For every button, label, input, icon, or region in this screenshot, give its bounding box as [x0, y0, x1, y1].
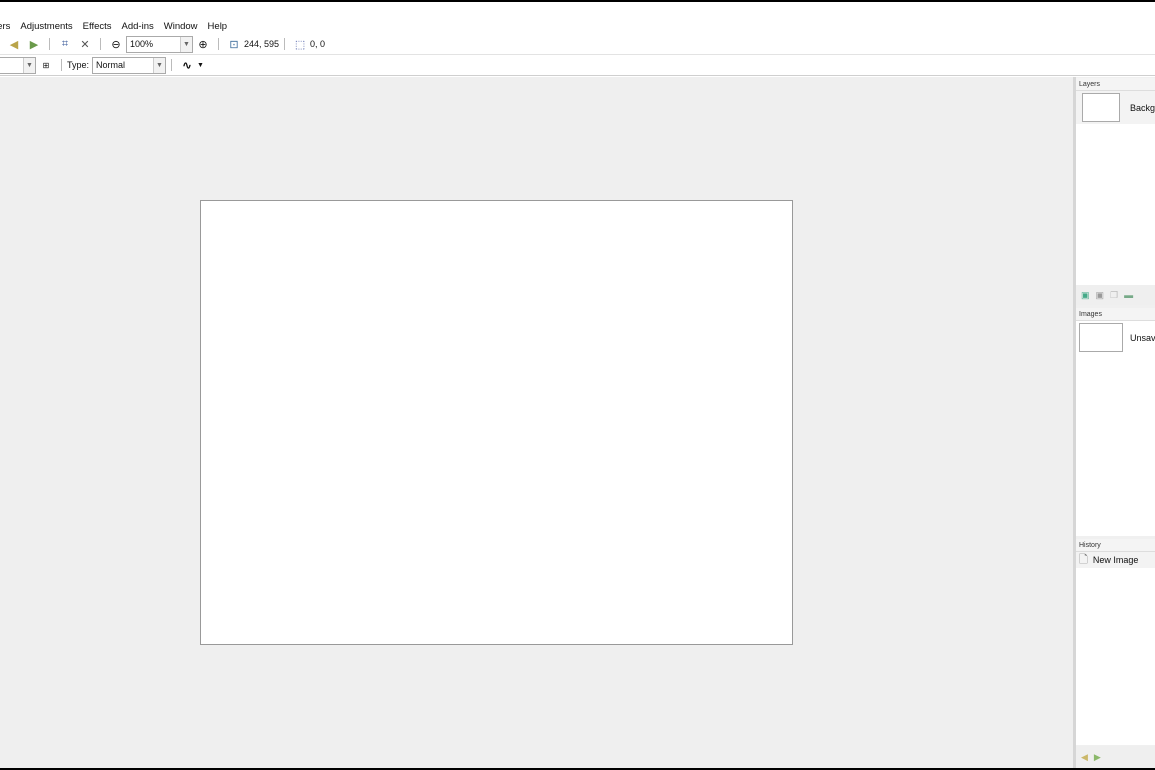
- antialiasing-icon[interactable]: ∿: [179, 57, 195, 73]
- layer-thumbnail: [1082, 93, 1120, 122]
- divider: [61, 59, 62, 71]
- side-panel: Layers Backg ▣ ▣ ❐ ▬ Images Unsav Histor…: [1073, 77, 1155, 768]
- divider: [284, 38, 286, 50]
- layer-item[interactable]: Backg: [1076, 91, 1155, 124]
- redo-icon[interactable]: ▶: [26, 36, 42, 52]
- history-buttons: ◀ ▶: [1076, 746, 1155, 768]
- divider: [100, 38, 101, 50]
- add-layer-icon[interactable]: ▣: [1081, 290, 1090, 301]
- history-item-label: New Image: [1092, 555, 1139, 565]
- window-top-border: [0, 0, 1155, 2]
- chevron-down-icon[interactable]: ▼: [23, 57, 35, 73]
- type-combo[interactable]: Normal ▼: [92, 56, 167, 74]
- zoom-combo[interactable]: 100% ▼: [126, 35, 193, 53]
- tool-options-toolbar: ▼ ⊞ Type: Normal ▼ ∿ ▼: [0, 55, 1155, 76]
- divider: [171, 59, 173, 71]
- menu-bar: rers Adjustments Effects Add-ins Window …: [0, 19, 1155, 34]
- history-item[interactable]: 🗋 New Image: [1076, 552, 1155, 568]
- images-list: Unsav: [1076, 321, 1155, 536]
- cursor-position: 244, 595: [244, 39, 280, 49]
- image-name: Unsav: [1130, 333, 1155, 343]
- type-value[interactable]: Normal: [96, 60, 125, 70]
- layers-buttons: ▣ ▣ ❐ ▬: [1076, 285, 1155, 305]
- merge-layer-icon[interactable]: ▬: [1124, 290, 1133, 300]
- menu-window[interactable]: Window: [164, 21, 198, 32]
- layer-name: Backg: [1130, 103, 1155, 113]
- cursor-position-icon: ⊡: [229, 38, 239, 51]
- main-toolbar: ◀ ▶ ⌗ ✕ ⊖ 100% ▼ ⊕ ⊡ 244, 595 ⬚ 0, 0: [0, 34, 1155, 55]
- zoom-in-icon[interactable]: ⊕: [195, 36, 211, 52]
- redo-icon[interactable]: ▶: [1094, 752, 1101, 763]
- divider: [49, 38, 50, 50]
- menu-effects[interactable]: Effects: [83, 21, 112, 32]
- brush-width-combo[interactable]: ▼: [0, 56, 36, 74]
- menu-layers[interactable]: rers: [0, 21, 10, 32]
- chevron-down-icon[interactable]: ▼: [153, 57, 166, 73]
- undo-icon[interactable]: ◀: [1081, 752, 1088, 763]
- history-list: 🗋 New Image: [1076, 552, 1155, 745]
- menu-adjustments[interactable]: Adjustments: [20, 21, 72, 32]
- selection-size: 0, 0: [310, 39, 326, 49]
- zoom-out-icon[interactable]: ⊖: [108, 36, 124, 52]
- layers-header: Layers: [1076, 78, 1155, 91]
- delete-layer-icon[interactable]: ▣: [1096, 290, 1105, 301]
- deselect-icon[interactable]: ✕: [77, 36, 93, 52]
- selection-size-icon: ⬚: [294, 38, 306, 51]
- increase-icon[interactable]: ⊞: [38, 57, 54, 73]
- divider: [218, 38, 219, 50]
- layers-list: Backg: [1076, 91, 1155, 285]
- document-icon: 🗋: [1079, 553, 1088, 566]
- chevron-down-icon[interactable]: ▼: [180, 36, 192, 52]
- type-label: Type:: [67, 60, 90, 70]
- undo-icon[interactable]: ◀: [6, 36, 22, 52]
- duplicate-layer-icon[interactable]: ❐: [1110, 290, 1118, 301]
- image-item[interactable]: Unsav: [1076, 321, 1155, 355]
- menu-help[interactable]: Help: [208, 21, 228, 32]
- zoom-value[interactable]: 100%: [130, 39, 153, 49]
- images-header: Images: [1076, 308, 1155, 321]
- crop-to-selection-icon[interactable]: ⌗: [57, 36, 73, 52]
- chevron-down-icon[interactable]: ▼: [197, 62, 204, 69]
- image-canvas[interactable]: [200, 200, 793, 645]
- image-thumbnail: [1079, 323, 1123, 352]
- menu-add-ins[interactable]: Add-ins: [122, 21, 154, 32]
